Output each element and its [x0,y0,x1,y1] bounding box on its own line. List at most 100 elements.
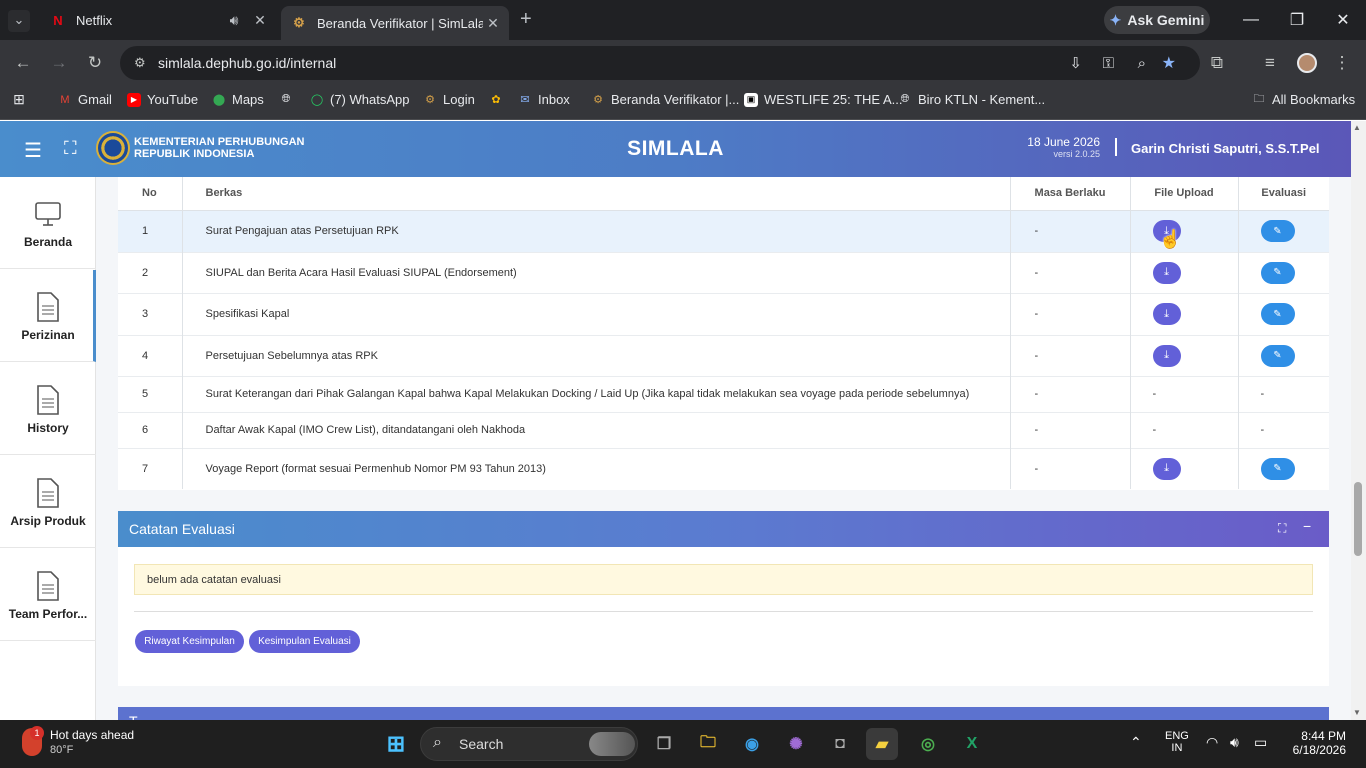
sidebar-item-arsip-produk[interactable]: Arsip Produk [0,456,96,548]
page-scrollbar[interactable] [1351,121,1366,720]
bookmark-youtube[interactable]: ▶ YouTube [127,92,198,107]
whatsapp-icon: ◯ [310,94,324,106]
table-row[interactable]: 1 Surat Pengajuan atas Persetujuan RPK -… [118,209,1329,252]
search-highlight-image [589,732,635,756]
browser-toolbar: ← → ↻ ⚙ simlala.dephub.go.id/internal ⇩ … [0,40,1366,86]
bookmark-inbox[interactable]: ✉ Inbox [518,92,569,107]
table-row[interactable]: 7 Voyage Report (format sesuai Permenhub… [118,447,1329,489]
collapse-icon[interactable]: − [1303,518,1311,534]
download-button[interactable]: ⤓ [1152,457,1181,480]
evaluate-button[interactable]: ✎ [1260,344,1295,367]
zoom-icon[interactable]: ⌕ [1138,55,1146,72]
bookmark-gmail[interactable]: M Gmail [58,92,112,107]
table-row[interactable]: 6 Daftar Awak Kapal (IMO Crew List), dit… [118,411,1329,448]
tab-search-chevron-icon[interactable]: ⌄ [8,10,30,32]
app-header: ☰ ⛶ KEMENTERIAN PERHUBUNGAN REPUBLIK IND… [0,121,1351,177]
clock-time: 8:44 PM [1301,729,1346,743]
edge-icon[interactable]: ◉ [736,728,768,760]
ask-gemini-button[interactable]: ✦ Ask Gemini [1104,6,1210,34]
task-view-icon[interactable]: ❐ [648,728,680,760]
reload-icon[interactable]: ↻ [80,48,110,78]
menu-kebab-icon[interactable]: ⋮ [1327,48,1357,78]
site-info-icon[interactable]: ⚙ [134,55,146,71]
bookmark-globe[interactable]: 🌐︎ [279,92,299,106]
back-icon[interactable]: ← [8,48,38,78]
windows-start-icon[interactable]: ⊞ [380,728,412,760]
address-bar[interactable]: ⚙ simlala.dephub.go.id/internal ⇩ ⚿ ⌕ ★ [120,46,1200,80]
close-tab-icon[interactable]: ✕ [483,15,503,32]
table-row[interactable]: 4 Persetujuan Sebelumnya atas RPK - ⤓ ✎ [118,334,1329,376]
profile-avatar-icon[interactable] [1292,48,1322,78]
bookmark-label: Beranda Verifikator |... [611,92,740,107]
taskbar-search[interactable]: ⌕ Search [420,727,638,761]
apps-grid-icon[interactable]: ⊞ [12,91,26,107]
bookmark-star-icon[interactable]: ★ [1162,53,1176,73]
bookmark-maps[interactable]: ⬤ Maps [212,92,264,107]
extensions-icon[interactable]: ⧉ [1202,48,1232,78]
windows-taskbar: 1 Hot days ahead 80°F ⊞ ⌕ Search ❐ 🗀 ◉ ✺… [0,720,1366,768]
sidebar-item-history[interactable]: History [0,363,96,455]
download-button[interactable]: ⤓ [1152,303,1181,325]
evaluate-button[interactable]: ✎ [1260,220,1295,242]
password-key-icon[interactable]: ⚿ [1103,55,1114,72]
sidebar-item-beranda[interactable]: Beranda [0,177,96,269]
bookmark-label: All Bookmarks [1272,92,1356,107]
bookmark-whatsapp[interactable]: ◯ (7) WhatsApp [310,92,410,107]
bookmark-westlife[interactable]: ▣ WESTLIFE 25: THE A... [744,92,902,107]
tab-simlala[interactable]: ⚙ Beranda Verifikator | SimLala ✕ [281,6,509,40]
table-row[interactable]: 5 Surat Keterangan dari Pihak Galangan K… [118,375,1329,412]
scrollbar-thumb[interactable] [1354,482,1362,556]
sticky-notes-icon[interactable]: ▰ [866,728,898,760]
sidebar-item-perizinan[interactable]: Perizinan [0,270,96,362]
clock[interactable]: 8:44 PM 6/18/2026 [1286,729,1346,757]
document-icon [37,571,59,601]
scroll-up-arrow-icon[interactable]: ▲ [1353,123,1361,132]
speaker-icon[interactable]: 🔊︎ [224,12,244,29]
kesimpulan-evaluasi-button[interactable]: Kesimpulan Evaluasi [249,630,360,653]
evaluate-button[interactable]: ✎ [1260,457,1295,480]
table-row[interactable]: 2 SIUPAL dan Berita Acara Hasil Evaluasi… [118,251,1329,293]
file-explorer-icon[interactable]: 🗀 [692,728,724,760]
forward-icon[interactable]: → [44,48,74,78]
new-tab-button[interactable]: + [520,8,532,31]
bookmark-beranda[interactable]: ⚙ Beranda Verifikator |... [591,92,739,107]
next-card-header: T [118,707,1329,720]
volume-icon[interactable]: 🔊︎ [1230,734,1239,751]
camera-icon[interactable]: ◘ [824,728,856,760]
excel-icon[interactable]: X [956,728,988,760]
sidebar-item-team-performance[interactable]: Team Perfor... [0,549,96,641]
table-header-row: No Berkas Masa Berlaku File Upload Evalu… [118,177,1329,211]
minimize-button[interactable]: — [1228,0,1274,40]
weather-title[interactable]: Hot days ahead [50,728,134,742]
evaluate-button[interactable]: ✎ [1260,303,1295,325]
table-row[interactable]: 3 Spesifikasi Kapal - ⤓ ✎ [118,292,1329,335]
download-button[interactable]: ⤓ [1152,344,1181,367]
simlala-icon: ⚙ [593,94,603,106]
language-indicator[interactable]: ENG IN [1165,730,1189,754]
battery-icon[interactable]: ▭ [1254,734,1267,751]
copilot-icon[interactable]: ✺ [780,728,812,760]
user-name[interactable]: Garin Christi Saputri, S.S.T.Pel [1131,141,1320,156]
bookmark-login[interactable]: ⚙ Login [423,92,475,107]
riwayat-kesimpulan-button[interactable]: Riwayat Kesimpulan [135,630,244,653]
all-bookmarks[interactable]: 🗀 All Bookmarks [1252,92,1356,107]
chrome-icon[interactable]: ◎ [912,728,944,760]
media-control-icon[interactable]: ≡ [1255,48,1285,78]
bookmark-biro-ktln[interactable]: 🌐︎ Biro KTLN - Kement... [898,92,1046,107]
close-window-button[interactable]: ✕ [1320,0,1366,40]
scroll-down-arrow-icon[interactable]: ▼ [1353,708,1361,717]
bookmark-photos[interactable]: ✿ [489,92,509,106]
cell-berkas: SIUPAL dan Berita Acara Hasil Evaluasi S… [181,251,1010,293]
tab-netflix[interactable]: N Netflix 🔊︎ ✕ [40,0,276,40]
document-icon [37,478,59,508]
expand-icon[interactable]: ⛶ [1278,521,1286,536]
evaluate-button[interactable]: ✎ [1260,261,1295,284]
install-app-icon[interactable]: ⇩ [1069,54,1082,72]
simlala-icon: ⚙ [425,94,435,106]
download-button[interactable]: ⤓ [1152,261,1181,284]
wifi-icon[interactable]: ◠ [1206,734,1218,751]
maximize-button[interactable]: ❐ [1274,0,1320,40]
show-hidden-icons[interactable]: ⌃ [1130,734,1142,751]
close-tab-icon[interactable]: ✕ [250,12,270,29]
edit-icon: ✎ [1273,463,1282,475]
